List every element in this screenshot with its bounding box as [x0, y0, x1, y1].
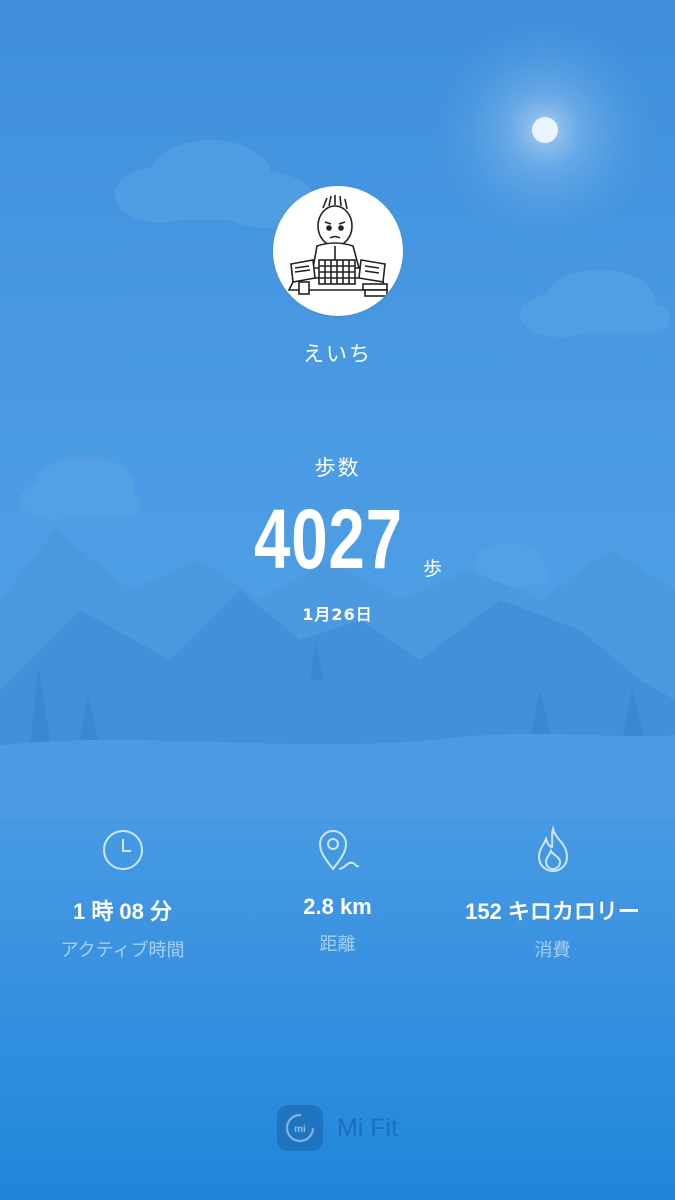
- steps-unit: 歩: [422, 558, 442, 580]
- sun: [532, 117, 558, 143]
- stat-distance-value: 2.8 km: [303, 894, 372, 919]
- clock-icon: [102, 830, 143, 870]
- stat-active-time-label: アクティブ時間: [60, 940, 185, 961]
- stat-calories[interactable]: 152 キロカロリー 消費: [440, 820, 665, 962]
- stat-calories-label: 消費: [534, 940, 571, 961]
- stat-distance-label: 距離: [319, 934, 356, 955]
- location-pin-icon: [318, 830, 359, 871]
- steps-count[interactable]: 4027 歩: [0, 492, 675, 587]
- ground: [0, 733, 675, 820]
- flame-icon: [537, 825, 568, 872]
- username: えいち: [303, 342, 372, 366]
- stat-active-time-value: 1 時 08 分: [72, 899, 173, 924]
- steps-label: 歩数: [314, 456, 361, 480]
- app-brand: mi Mi Fit: [0, 1105, 675, 1151]
- stat-distance[interactable]: 2.8 km 距離: [225, 820, 450, 956]
- stat-active-time[interactable]: 1 時 08 分 アクティブ時間: [10, 820, 235, 962]
- avatar[interactable]: [273, 186, 403, 316]
- mi-fit-logo-icon: mi: [276, 1105, 323, 1151]
- stat-calories-value: 152 キロカロリー: [465, 899, 640, 924]
- logo-text: mi: [294, 1124, 306, 1135]
- avatar-illustration: [287, 195, 389, 297]
- background-landscape: [0, 20, 675, 820]
- app-name: Mi Fit: [336, 1113, 399, 1142]
- steps-date: 1月26日: [302, 605, 373, 624]
- steps-value: 4027: [253, 492, 403, 586]
